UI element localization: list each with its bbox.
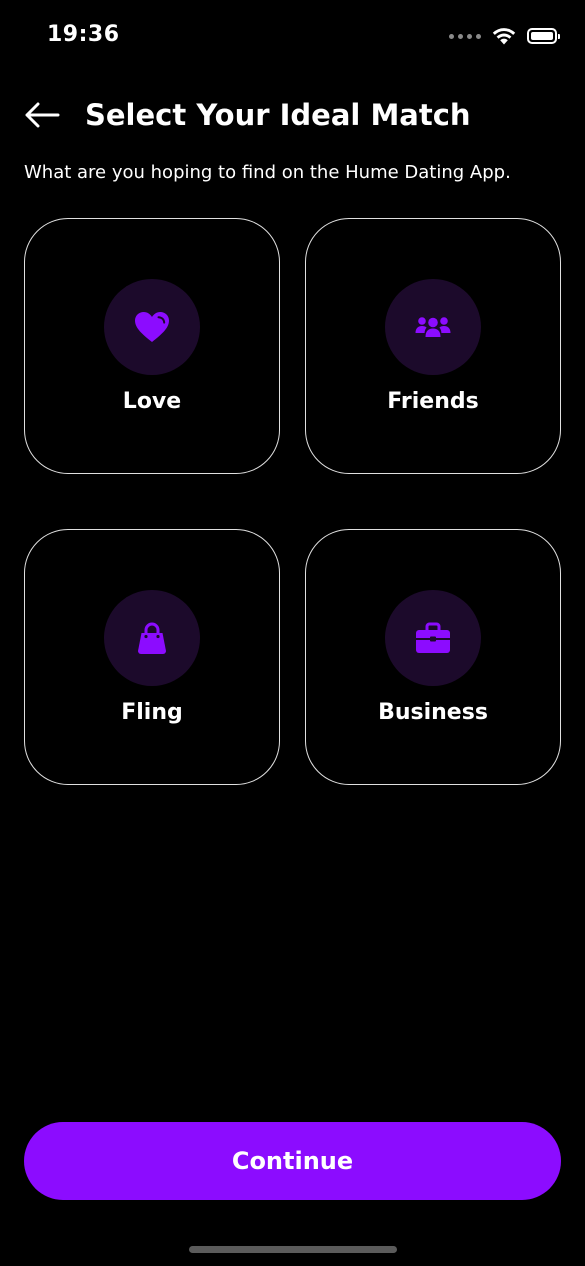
- status-bar: 19:36: [0, 0, 585, 72]
- option-label: Business: [378, 700, 488, 725]
- briefcase-icon: [416, 622, 450, 653]
- handbag-icon: [138, 622, 166, 654]
- group-icon: [415, 317, 451, 337]
- page-title: Select Your Ideal Match: [85, 98, 471, 132]
- option-label: Friends: [387, 389, 479, 414]
- arrow-left-icon: [25, 102, 60, 128]
- heart-icon: [135, 312, 169, 342]
- icon-circle: [385, 279, 481, 375]
- icon-circle: [104, 590, 200, 686]
- option-card-business[interactable]: Business: [305, 529, 561, 785]
- option-label: Love: [122, 389, 182, 414]
- option-label: Fling: [121, 700, 183, 725]
- header: Select Your Ideal Match: [24, 92, 471, 138]
- status-icons: [449, 26, 560, 46]
- option-card-friends[interactable]: Friends: [305, 218, 561, 474]
- subtitle: What are you hoping to find on the Hume …: [24, 162, 511, 183]
- continue-button[interactable]: Continue: [24, 1122, 561, 1200]
- signal-dots-icon: [449, 33, 481, 39]
- home-indicator: [189, 1246, 397, 1253]
- option-card-fling[interactable]: Fling: [24, 529, 280, 785]
- icon-circle: [104, 279, 200, 375]
- back-button[interactable]: [24, 97, 60, 133]
- status-time: 19:36: [47, 22, 120, 47]
- option-card-love[interactable]: Love: [24, 218, 280, 474]
- icon-circle: [385, 590, 481, 686]
- wifi-icon: [492, 28, 516, 45]
- battery-icon: [527, 28, 560, 44]
